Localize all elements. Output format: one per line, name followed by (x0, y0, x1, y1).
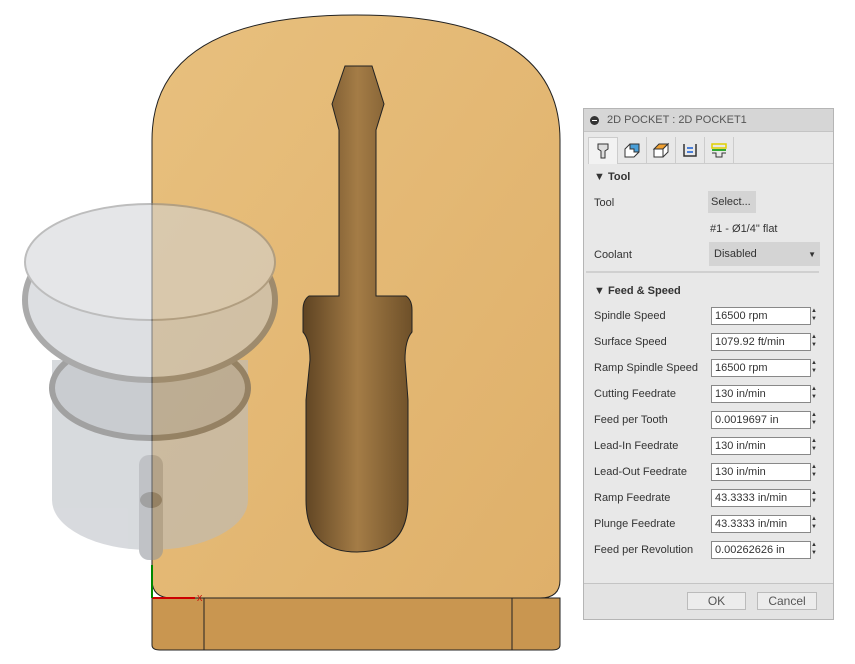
feed-row-label: Spindle Speed (594, 310, 666, 322)
feed-row-label: Ramp Spindle Speed (594, 362, 698, 374)
chevron-down-icon: ▼ (808, 249, 816, 259)
tool-description: #1 - Ø1/4" flat (710, 223, 778, 235)
dialog-title: 2D POCKET : 2D POCKET1 (607, 114, 747, 126)
feed-row-input[interactable]: 130 in/min (711, 385, 811, 403)
feed-row-label: Lead-Out Feedrate (594, 466, 687, 478)
collapse-icon[interactable] (590, 115, 599, 125)
feed-row-input[interactable]: 43.3333 in/min (711, 489, 811, 507)
feed-row-label: Cutting Feedrate (594, 388, 676, 400)
feed-row: Spindle Speed 16500 rpm ▲ ▼ (584, 307, 833, 325)
feed-row-input[interactable]: 0.00262626 in (711, 541, 811, 559)
2d-pocket-dialog: 2D POCKET : 2D POCKET1 ▼ Tool Tool Selec… (583, 108, 834, 620)
tab-heights[interactable] (647, 137, 676, 163)
ok-button[interactable]: OK (687, 592, 746, 610)
feed-row-label: Plunge Feedrate (594, 518, 676, 530)
feed-section-header[interactable]: ▼ Feed & Speed (594, 285, 681, 297)
spinner-arrows-icon[interactable]: ▲ ▼ (810, 411, 818, 429)
passes-icon (683, 144, 697, 157)
feed-row-label: Surface Speed (594, 336, 667, 348)
heights-icon (652, 142, 670, 158)
feed-row: Cutting Feedrate 130 in/min ▲ ▼ (584, 385, 833, 403)
tool-section-title: Tool (607, 171, 631, 183)
tab-geometry[interactable] (618, 137, 647, 163)
spinner-arrows-icon[interactable]: ▲ ▼ (810, 463, 818, 481)
tool-bit-icon (597, 143, 609, 159)
spinner-arrows-icon[interactable]: ▲ ▼ (810, 437, 818, 455)
tab-linking[interactable] (705, 137, 734, 163)
feed-row-label: Feed per Revolution (594, 544, 694, 556)
dialog-footer: OK Cancel (584, 583, 833, 619)
feed-row: Lead-In Feedrate 130 in/min ▲ ▼ (584, 437, 833, 455)
tab-passes[interactable] (676, 137, 705, 163)
linking-icon (711, 143, 727, 158)
feed-row-input[interactable]: 130 in/min (711, 463, 811, 481)
feed-row: Surface Speed 1079.92 ft/min ▲ ▼ (584, 333, 833, 351)
feed-row-input[interactable]: 16500 rpm (711, 307, 811, 325)
geometry-icon (624, 143, 640, 158)
spinner-arrows-icon[interactable]: ▲ ▼ (810, 307, 818, 325)
spinner-arrows-icon[interactable]: ▲ ▼ (810, 333, 818, 351)
divider (586, 271, 819, 273)
feed-row-input[interactable]: 0.0019697 in (711, 411, 811, 429)
spinner-arrows-icon[interactable]: ▲ ▼ (810, 385, 818, 403)
tool-ghost (22, 203, 278, 560)
select-tool-button[interactable]: Select... (708, 191, 756, 213)
spinner-arrows-icon[interactable]: ▲ ▼ (810, 489, 818, 507)
feed-row: Ramp Feedrate 43.3333 in/min ▲ ▼ (584, 489, 833, 507)
svg-text:X: X (197, 594, 203, 603)
spinner-arrows-icon[interactable]: ▲ ▼ (810, 515, 818, 533)
feed-row-input[interactable]: 43.3333 in/min (711, 515, 811, 533)
spinner-arrows-icon[interactable]: ▲ ▼ (810, 359, 818, 377)
spinner-arrows-icon[interactable]: ▲ ▼ (810, 541, 818, 559)
tool-section-header[interactable]: ▼ Tool (594, 171, 630, 183)
feed-row-input[interactable]: 1079.92 ft/min (711, 333, 811, 351)
feed-row-input[interactable]: 130 in/min (711, 437, 811, 455)
feed-row: Lead-Out Feedrate 130 in/min ▲ ▼ (584, 463, 833, 481)
feed-row-label: Feed per Tooth (594, 414, 668, 426)
cancel-button[interactable]: Cancel (757, 592, 817, 610)
tab-tool[interactable] (588, 137, 618, 164)
coolant-select[interactable]: Disabled ▼ (709, 242, 820, 266)
dialog-header: 2D POCKET : 2D POCKET1 (584, 109, 833, 132)
feed-row: Ramp Spindle Speed 16500 rpm ▲ ▼ (584, 359, 833, 377)
feed-row-label: Lead-In Feedrate (594, 440, 679, 452)
coolant-label: Coolant (594, 249, 632, 261)
coolant-value: Disabled (714, 248, 757, 260)
feed-row-label: Ramp Feedrate (594, 492, 671, 504)
tool-label: Tool (594, 197, 615, 209)
feed-row: Feed per Revolution 0.00262626 in ▲ ▼ (584, 541, 833, 559)
feed-row: Feed per Tooth 0.0019697 in ▲ ▼ (584, 411, 833, 429)
feed-row-input[interactable]: 16500 rpm (711, 359, 811, 377)
feed-row: Plunge Feedrate 43.3333 in/min ▲ ▼ (584, 515, 833, 533)
feed-section-title: Feed & Speed (607, 285, 681, 297)
